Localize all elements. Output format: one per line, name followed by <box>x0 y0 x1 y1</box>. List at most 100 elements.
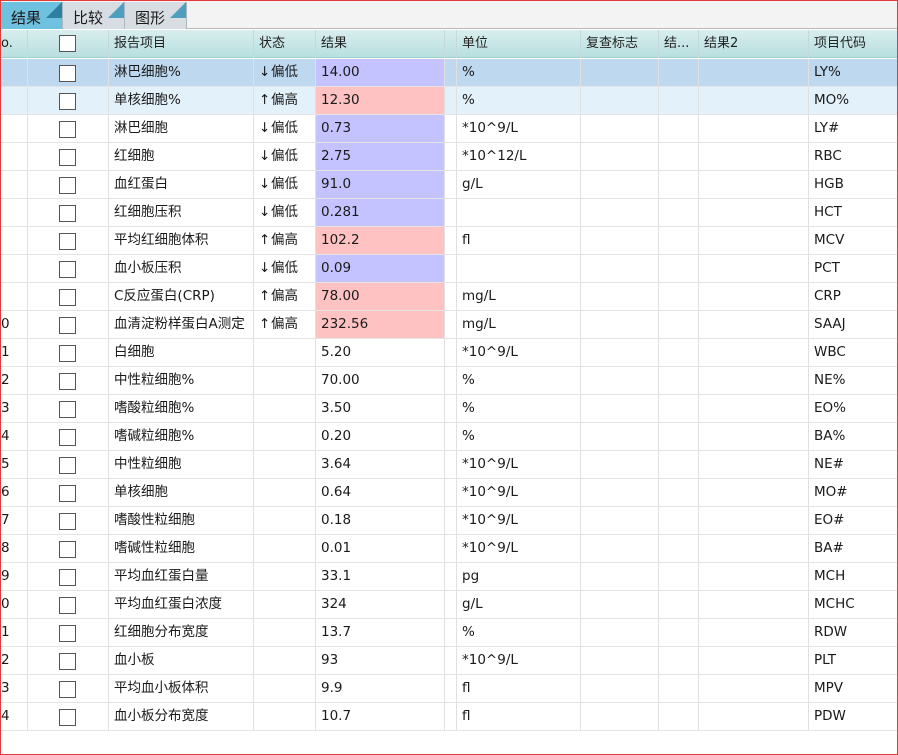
row-result[interactable]: 0.281 <box>316 199 445 226</box>
row-checkbox[interactable] <box>59 65 76 82</box>
row-item: 平均红细胞体积 <box>109 227 254 254</box>
row-code: NE% <box>814 372 846 388</box>
header-no[interactable]: o. <box>1 30 28 58</box>
row-result[interactable]: 2.75 <box>316 143 445 170</box>
row-checkbox[interactable] <box>59 653 76 670</box>
table-row[interactable]: 2 血小板 93 *10^9/L PLT <box>1 647 897 675</box>
row-checkbox[interactable] <box>59 177 76 194</box>
tab-graph[interactable]: 图形 <box>125 2 187 29</box>
table-row[interactable]: 7 嗜酸性粒细胞 0.18 *10^9/L EO# <box>1 507 897 535</box>
table-row[interactable]: 单核细胞% ↑偏高 12.30% MO% <box>1 87 897 115</box>
row-spacer <box>445 507 457 534</box>
row-checkbox[interactable] <box>59 569 76 586</box>
row-checkbox[interactable] <box>59 541 76 558</box>
header-result[interactable]: 结果 <box>316 30 445 58</box>
table-row[interactable]: 1 白细胞 5.20 *10^9/L WBC <box>1 339 897 367</box>
table-row[interactable]: 1 红细胞分布宽度 13.7% RDW <box>1 619 897 647</box>
tab-fold-icon <box>108 2 124 18</box>
row-result[interactable]: 0.73 <box>316 115 445 142</box>
header-item[interactable]: 报告项目 <box>109 30 254 58</box>
row-result[interactable]: 0.01 <box>316 535 445 562</box>
row-result[interactable]: 93 <box>316 647 445 674</box>
table-row[interactable]: 红细胞压积 ↓偏低 0.281 HCT <box>1 199 897 227</box>
row-result[interactable]: 12.30 <box>316 87 445 114</box>
row-result[interactable]: 0.09 <box>316 255 445 282</box>
row-checkbox[interactable] <box>59 261 76 278</box>
row-result[interactable]: 91.0 <box>316 171 445 198</box>
row-status <box>254 703 316 730</box>
table-row[interactable]: 0 平均血红蛋白浓度 324 g/L MCHC <box>1 591 897 619</box>
table-row[interactable]: 6 单核细胞 0.64 *10^9/L MO# <box>1 479 897 507</box>
row-checkbox[interactable] <box>59 681 76 698</box>
row-result[interactable]: 9.9 <box>316 675 445 702</box>
table-row[interactable]: 淋巴细胞 ↓偏低 0.73 *10^9/L LY# <box>1 115 897 143</box>
header-result2[interactable]: 结果2 <box>699 30 809 58</box>
row-result[interactable]: 0.20 <box>316 423 445 450</box>
row-checkbox[interactable] <box>59 513 76 530</box>
row-result[interactable]: 14.00 <box>316 59 445 86</box>
table-row[interactable]: 3 平均血小板体积 9.9 fl MPV <box>1 675 897 703</box>
row-result[interactable]: 10.7 <box>316 703 445 730</box>
tab-compare[interactable]: 比较 <box>63 2 125 29</box>
row-checkbox[interactable] <box>59 485 76 502</box>
row-spacer <box>445 563 457 590</box>
row-result[interactable]: 0.64 <box>316 479 445 506</box>
table-row[interactable]: 8 嗜碱性粒细胞 0.01 *10^9/L BA# <box>1 535 897 563</box>
row-checkbox[interactable] <box>59 93 76 110</box>
header-select[interactable] <box>28 30 109 58</box>
row-status: ↓偏低 <box>254 59 316 86</box>
table-row[interactable]: 血小板压积 ↓偏低 0.09 PCT <box>1 255 897 283</box>
header-unit[interactable]: 单位 <box>457 30 581 58</box>
table-row[interactable]: 9 平均血红蛋白量 33.1 pg MCH <box>1 563 897 591</box>
row-checkbox[interactable] <box>59 289 76 306</box>
row-result[interactable]: 3.50 <box>316 395 445 422</box>
row-result[interactable]: 5.20 <box>316 339 445 366</box>
table-row[interactable]: 淋巴细胞% ↓偏低 14.00% LY% <box>1 59 897 87</box>
header-recheck[interactable]: 复查标志 <box>581 30 659 58</box>
row-result-trunc <box>659 619 699 646</box>
row-checkbox[interactable] <box>59 205 76 222</box>
table-row[interactable]: 红细胞 ↓偏低 2.75 *10^12/L RBC <box>1 143 897 171</box>
row-result[interactable]: 33.1 <box>316 563 445 590</box>
row-checkbox[interactable] <box>59 233 76 250</box>
row-result[interactable]: 3.64 <box>316 451 445 478</box>
row-result[interactable]: 13.7 <box>316 619 445 646</box>
row-spacer <box>445 647 457 674</box>
table-row[interactable]: 4 嗜碱粒细胞% 0.20% BA% <box>1 423 897 451</box>
table-row[interactable]: 4 血小板分布宽度 10.7 fl PDW <box>1 703 897 731</box>
row-result[interactable]: 232.56 <box>316 311 445 338</box>
row-result[interactable]: 102.2 <box>316 227 445 254</box>
row-checkbox[interactable] <box>59 429 76 446</box>
table-row[interactable]: C反应蛋白(CRP) ↑偏高 78.00 mg/L CRP <box>1 283 897 311</box>
row-checkbox[interactable] <box>59 149 76 166</box>
tab-results[interactable]: 结果 <box>1 2 63 29</box>
row-select <box>28 563 109 590</box>
row-checkbox[interactable] <box>59 373 76 390</box>
row-checkbox[interactable] <box>59 401 76 418</box>
row-spacer <box>445 59 457 86</box>
table-row[interactable]: 平均红细胞体积 ↑偏高 102.2 fl MCV <box>1 227 897 255</box>
row-checkbox[interactable] <box>59 121 76 138</box>
select-all-checkbox[interactable] <box>59 35 76 52</box>
header-status[interactable]: 状态 <box>254 30 316 58</box>
row-checkbox[interactable] <box>59 317 76 334</box>
table-row[interactable]: 0 血清淀粉样蛋白A测定 ↑偏高 232.56 mg/L SAAJ <box>1 311 897 339</box>
row-checkbox[interactable] <box>59 709 76 726</box>
table-row[interactable]: 3 嗜酸粒细胞% 3.50% EO% <box>1 395 897 423</box>
row-unit: g/L <box>457 171 581 198</box>
row-result[interactable]: 324 <box>316 591 445 618</box>
row-checkbox[interactable] <box>59 597 76 614</box>
header-code[interactable]: 项目代码 <box>809 30 897 58</box>
table-row[interactable]: 2 中性粒细胞% 70.00% NE% <box>1 367 897 395</box>
row-checkbox[interactable] <box>59 345 76 362</box>
row-no <box>1 199 28 226</box>
row-result2 <box>699 535 809 562</box>
table-row[interactable]: 5 中性粒细胞 3.64 *10^9/L NE# <box>1 451 897 479</box>
table-row[interactable]: 血红蛋白 ↓偏低 91.0 g/L HGB <box>1 171 897 199</box>
row-result[interactable]: 0.18 <box>316 507 445 534</box>
header-result-trunc[interactable]: 结... <box>659 30 699 58</box>
row-checkbox[interactable] <box>59 457 76 474</box>
row-checkbox[interactable] <box>59 625 76 642</box>
row-result[interactable]: 78.00 <box>316 283 445 310</box>
row-result[interactable]: 70.00 <box>316 367 445 394</box>
